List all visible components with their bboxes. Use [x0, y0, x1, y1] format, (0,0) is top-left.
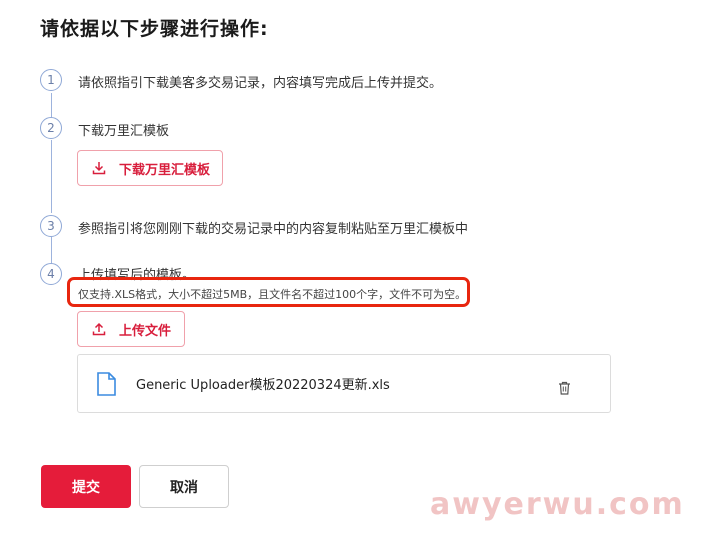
step-text: 下载万里汇模板	[78, 124, 170, 139]
document-icon	[97, 372, 116, 396]
upload-file-button[interactable]: 上传文件	[77, 311, 185, 347]
cancel-button[interactable]: 取消	[139, 465, 229, 508]
step-connector	[51, 93, 52, 119]
highlight-annotation	[67, 277, 470, 307]
step-number: 2	[40, 117, 62, 139]
watermark: awyerwu.com	[430, 487, 685, 522]
download-template-button[interactable]: 下载万里汇模板	[77, 150, 223, 186]
step-text: 请依照指引下载美客多交易记录，内容填写完成后上传并提交。	[78, 76, 443, 91]
step-number: 4	[40, 263, 62, 285]
page-title: 请依据以下步骤进行操作:	[40, 18, 269, 40]
file-name: Generic Uploader模板20220324更新.xls	[136, 378, 390, 393]
trash-icon[interactable]	[558, 381, 571, 395]
download-icon	[92, 162, 106, 175]
step-text: 参照指引将您刚刚下载的交易记录中的内容复制粘贴至万里汇模板中	[78, 222, 469, 237]
step-connector	[51, 140, 52, 213]
submit-button[interactable]: 提交	[41, 465, 131, 508]
step-number: 1	[40, 69, 62, 91]
step-connector	[51, 237, 52, 264]
upload-file-label: 上传文件	[119, 323, 172, 339]
download-template-label: 下载万里汇模板	[119, 162, 211, 178]
uploaded-file-card: Generic Uploader模板20220324更新.xls	[77, 354, 611, 413]
step-number: 3	[40, 215, 62, 237]
upload-icon	[92, 322, 106, 336]
